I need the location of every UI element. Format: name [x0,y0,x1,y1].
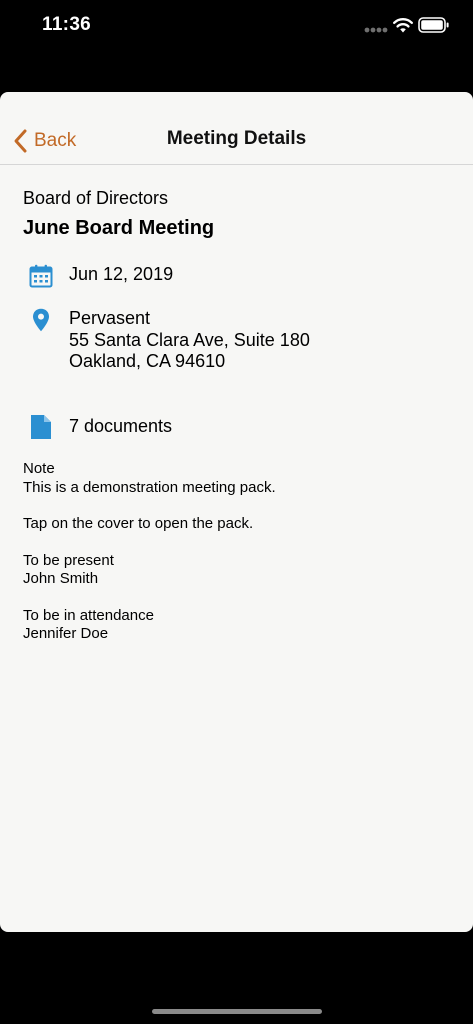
map-pin-icon [33,308,49,332]
home-indicator[interactable] [152,1009,322,1014]
meeting-location: Pervasent 55 Santa Clara Ave, Suite 180 … [69,308,310,373]
phone-screen: 11:36 Back Meeting Details Board of Dire… [0,0,473,1024]
documents-link[interactable]: 7 documents [69,416,172,437]
notes-heading: Note [23,460,55,477]
navigation-bar: Back Meeting Details [0,92,473,165]
meeting-date: Jun 12, 2019 [69,264,174,284]
calendar-icon [29,264,53,288]
status-time: 11:36 [42,14,92,35]
notes-section: Note This is a demonstration meeting pac… [23,460,276,644]
notes-line-2: Tap on the cover to open the pack. [23,515,254,532]
location-address-line1: 55 Santa Clara Ave, Suite 180 [69,329,310,350]
attendance-name: Jennifer Doe [23,625,109,642]
location-address-line2: Oakland, CA 94610 [69,351,226,371]
meeting-details-sheet: Back Meeting Details Board of Directors … [0,92,473,932]
page-title: Meeting Details [166,128,307,149]
status-bar: 11:36 [0,0,473,54]
present-heading: To be present [23,551,114,569]
notes-line-1: This is a demonstration meeting pack. [23,478,276,496]
attendance-heading: To be in attendance [23,606,154,624]
organization-label: Board of Directors [23,188,169,208]
present-name: John Smith [23,570,99,587]
location-name: Pervasent [69,308,151,328]
wifi-icon [393,18,413,33]
meeting-title: June Board Meeting [23,217,215,239]
battery-icon [418,17,449,33]
cellular-signal-icon [364,27,388,33]
document-icon[interactable] [30,414,52,440]
